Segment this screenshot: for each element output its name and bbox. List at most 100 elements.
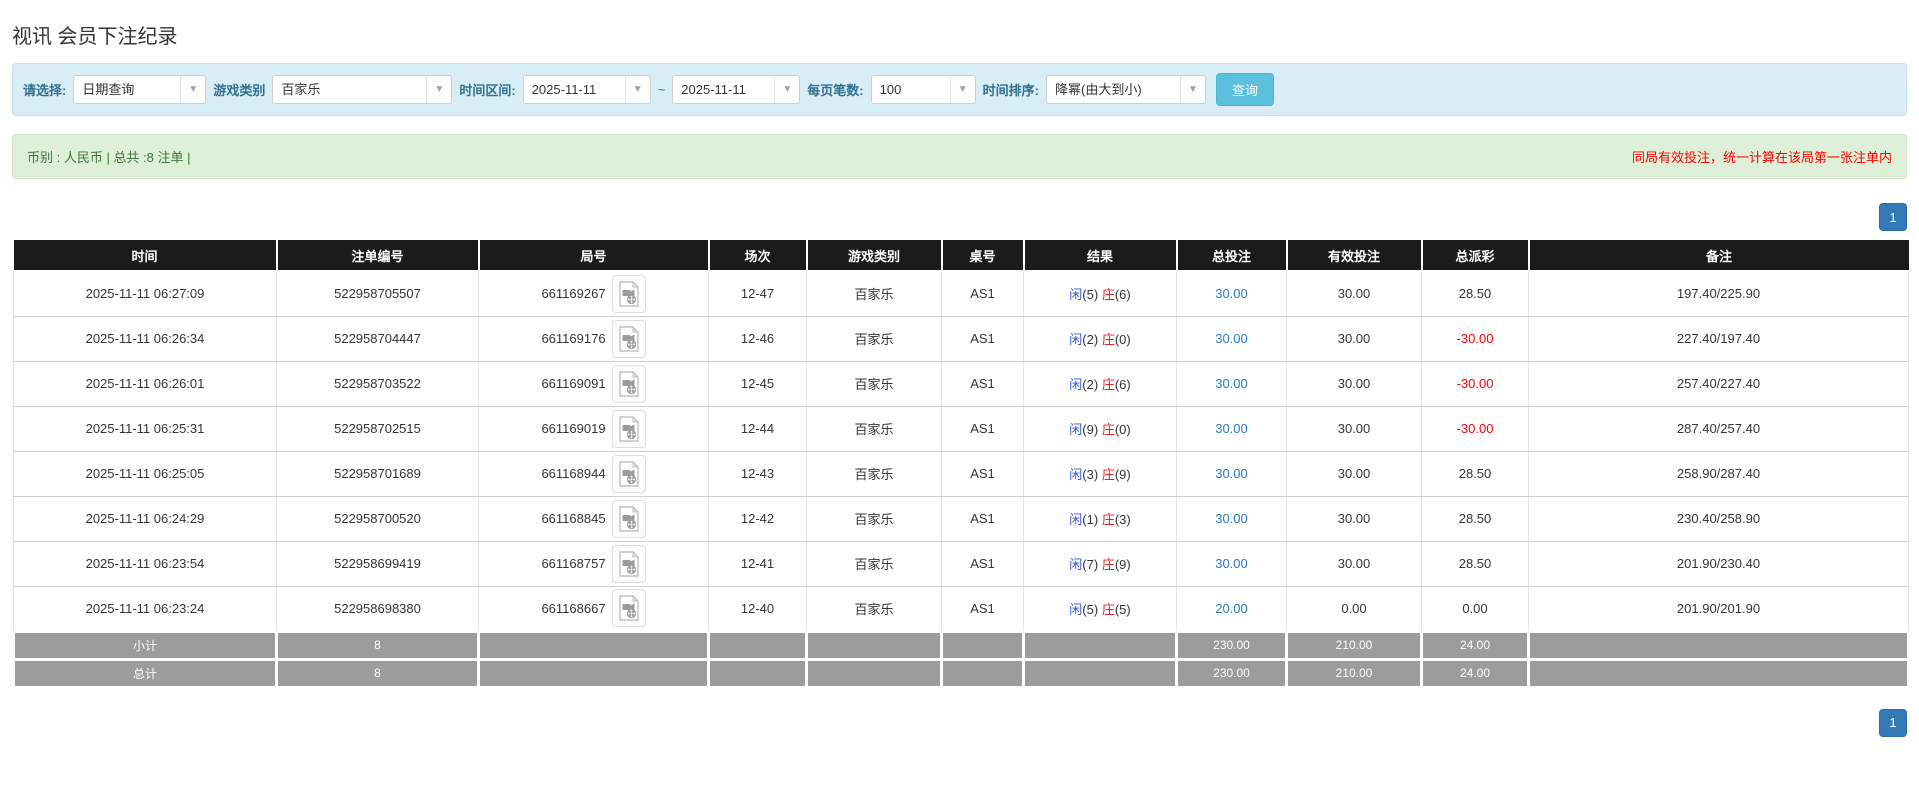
summary-label: 总计: [14, 659, 277, 687]
cell-bet-id: 522958699419: [277, 541, 479, 586]
header-round-id: 局号: [479, 240, 709, 271]
cell-result: 闲(1) 庄(3): [1024, 496, 1177, 541]
cell-bet-id: 522958705507: [277, 271, 479, 316]
result-player-score: (1): [1082, 512, 1098, 527]
header-session: 场次: [709, 240, 807, 271]
page-size-select[interactable]: 100 ▼: [871, 75, 976, 104]
result-banker-score: (9): [1115, 467, 1131, 482]
video-replay-button[interactable]: [612, 589, 646, 627]
summary-payout: 24.00: [1422, 659, 1529, 687]
cell-result: 闲(5) 庄(6): [1024, 271, 1177, 316]
cell-total-bet: 30.00: [1177, 406, 1287, 451]
chevron-down-icon[interactable]: ▼: [625, 76, 650, 103]
cell-valid-bet: 30.00: [1287, 451, 1422, 496]
result-player-score: (5): [1082, 287, 1098, 302]
summary-payout: 24.00: [1422, 631, 1529, 659]
cell-payout: 28.50: [1422, 271, 1529, 316]
game-type-select[interactable]: 百家乐 ▼: [272, 75, 452, 104]
summary-valid-bet: 210.00: [1287, 631, 1422, 659]
chevron-down-icon[interactable]: ▼: [180, 76, 205, 103]
cell-result: 闲(3) 庄(9): [1024, 451, 1177, 496]
total-bet-link[interactable]: 30.00: [1215, 466, 1248, 481]
pagination-top: 1: [12, 203, 1907, 231]
cell-remark: 197.40/225.90: [1529, 271, 1909, 316]
total-bet-link[interactable]: 20.00: [1215, 601, 1248, 616]
result-banker-label: 庄: [1102, 512, 1115, 527]
video-replay-button[interactable]: [612, 455, 646, 493]
search-button[interactable]: 查询: [1216, 73, 1274, 106]
result-player-label: 闲: [1069, 557, 1082, 572]
result-banker-label: 庄: [1102, 287, 1115, 302]
date-to-select[interactable]: 2025-11-11 ▼: [672, 75, 800, 104]
video-replay-button[interactable]: [612, 320, 646, 358]
cell-game-type: 百家乐: [807, 406, 942, 451]
total-bet-link[interactable]: 30.00: [1215, 421, 1248, 436]
video-replay-button[interactable]: [612, 500, 646, 538]
video-replay-button[interactable]: [612, 410, 646, 448]
cell-round-id: 661168845: [479, 496, 709, 541]
bet-records-table: 时间 注单编号 局号 场次 游戏类别 桌号 结果 总投注 有效投注 总派彩 备注…: [12, 240, 1910, 689]
result-banker-label: 庄: [1102, 557, 1115, 572]
round-id-text: 661168757: [541, 556, 605, 571]
total-bet-link[interactable]: 30.00: [1215, 286, 1248, 301]
header-game-type: 游戏类别: [807, 240, 942, 271]
cell-time: 2025-11-11 06:27:09: [14, 271, 277, 316]
table-row: 2025-11-11 06:24:29 522958700520 6611688…: [14, 496, 1909, 541]
total-bet-link[interactable]: 30.00: [1215, 511, 1248, 526]
cell-round-id: 661168757: [479, 541, 709, 586]
query-type-select[interactable]: 日期查询 ▼: [73, 75, 206, 104]
total-bet-link[interactable]: 30.00: [1215, 331, 1248, 346]
total-bet-link[interactable]: 30.00: [1215, 556, 1248, 571]
video-replay-button[interactable]: [612, 545, 646, 583]
summary-count: 8: [277, 659, 479, 687]
cell-session: 12-43: [709, 451, 807, 496]
cell-table-no: AS1: [942, 496, 1024, 541]
cell-valid-bet: 30.00: [1287, 406, 1422, 451]
cell-remark: 230.40/258.90: [1529, 496, 1909, 541]
chevron-down-icon[interactable]: ▼: [1180, 76, 1205, 103]
round-id-text: 661169091: [541, 376, 605, 391]
page-button-1[interactable]: 1: [1879, 203, 1907, 231]
table-row: 2025-11-11 06:25:05 522958701689 6611689…: [14, 451, 1909, 496]
cell-game-type: 百家乐: [807, 316, 942, 361]
result-banker-label: 庄: [1102, 332, 1115, 347]
cell-total-bet: 20.00: [1177, 586, 1287, 631]
cell-bet-id: 522958700520: [277, 496, 479, 541]
date-range-separator: ~: [658, 82, 666, 97]
header-bet-id: 注单编号: [277, 240, 479, 271]
chevron-down-icon[interactable]: ▼: [426, 76, 451, 103]
cell-time: 2025-11-11 06:26:34: [14, 316, 277, 361]
chevron-down-icon[interactable]: ▼: [774, 76, 799, 103]
cell-game-type: 百家乐: [807, 451, 942, 496]
cell-remark: 201.90/230.40: [1529, 541, 1909, 586]
result-player-label: 闲: [1069, 332, 1082, 347]
cell-remark: 287.40/257.40: [1529, 406, 1909, 451]
cell-payout: 28.50: [1422, 496, 1529, 541]
video-replay-icon: [618, 506, 640, 532]
cell-result: 闲(2) 庄(0): [1024, 316, 1177, 361]
video-replay-icon: [618, 595, 640, 621]
summary-row: 总计 8 230.00 210.00 24.00: [14, 659, 1909, 687]
page-button-1[interactable]: 1: [1879, 709, 1907, 737]
cell-round-id: 661169267: [479, 271, 709, 316]
chevron-down-icon[interactable]: ▼: [950, 76, 975, 103]
cell-session: 12-40: [709, 586, 807, 631]
result-player-label: 闲: [1069, 422, 1082, 437]
date-from-value: 2025-11-11: [524, 76, 625, 103]
total-bet-link[interactable]: 30.00: [1215, 376, 1248, 391]
cell-bet-id: 522958704447: [277, 316, 479, 361]
game-type-label: 游戏类别: [213, 80, 265, 99]
round-id-text: 661169019: [541, 421, 605, 436]
round-id-text: 661168667: [541, 601, 605, 616]
result-banker-score: (6): [1115, 287, 1131, 302]
result-banker-label: 庄: [1102, 467, 1115, 482]
round-id-text: 661168845: [541, 511, 605, 526]
video-replay-button[interactable]: [612, 365, 646, 403]
table-row: 2025-11-11 06:27:09 522958705507 6611692…: [14, 271, 1909, 316]
video-replay-button[interactable]: [612, 275, 646, 313]
page-size-label: 每页笔数:: [807, 80, 863, 99]
date-from-select[interactable]: 2025-11-11 ▼: [523, 75, 651, 104]
sort-order-select[interactable]: 降幂(由大到小) ▼: [1046, 75, 1206, 104]
cell-remark: 201.90/201.90: [1529, 586, 1909, 631]
result-banker-score: (5): [1115, 602, 1131, 617]
